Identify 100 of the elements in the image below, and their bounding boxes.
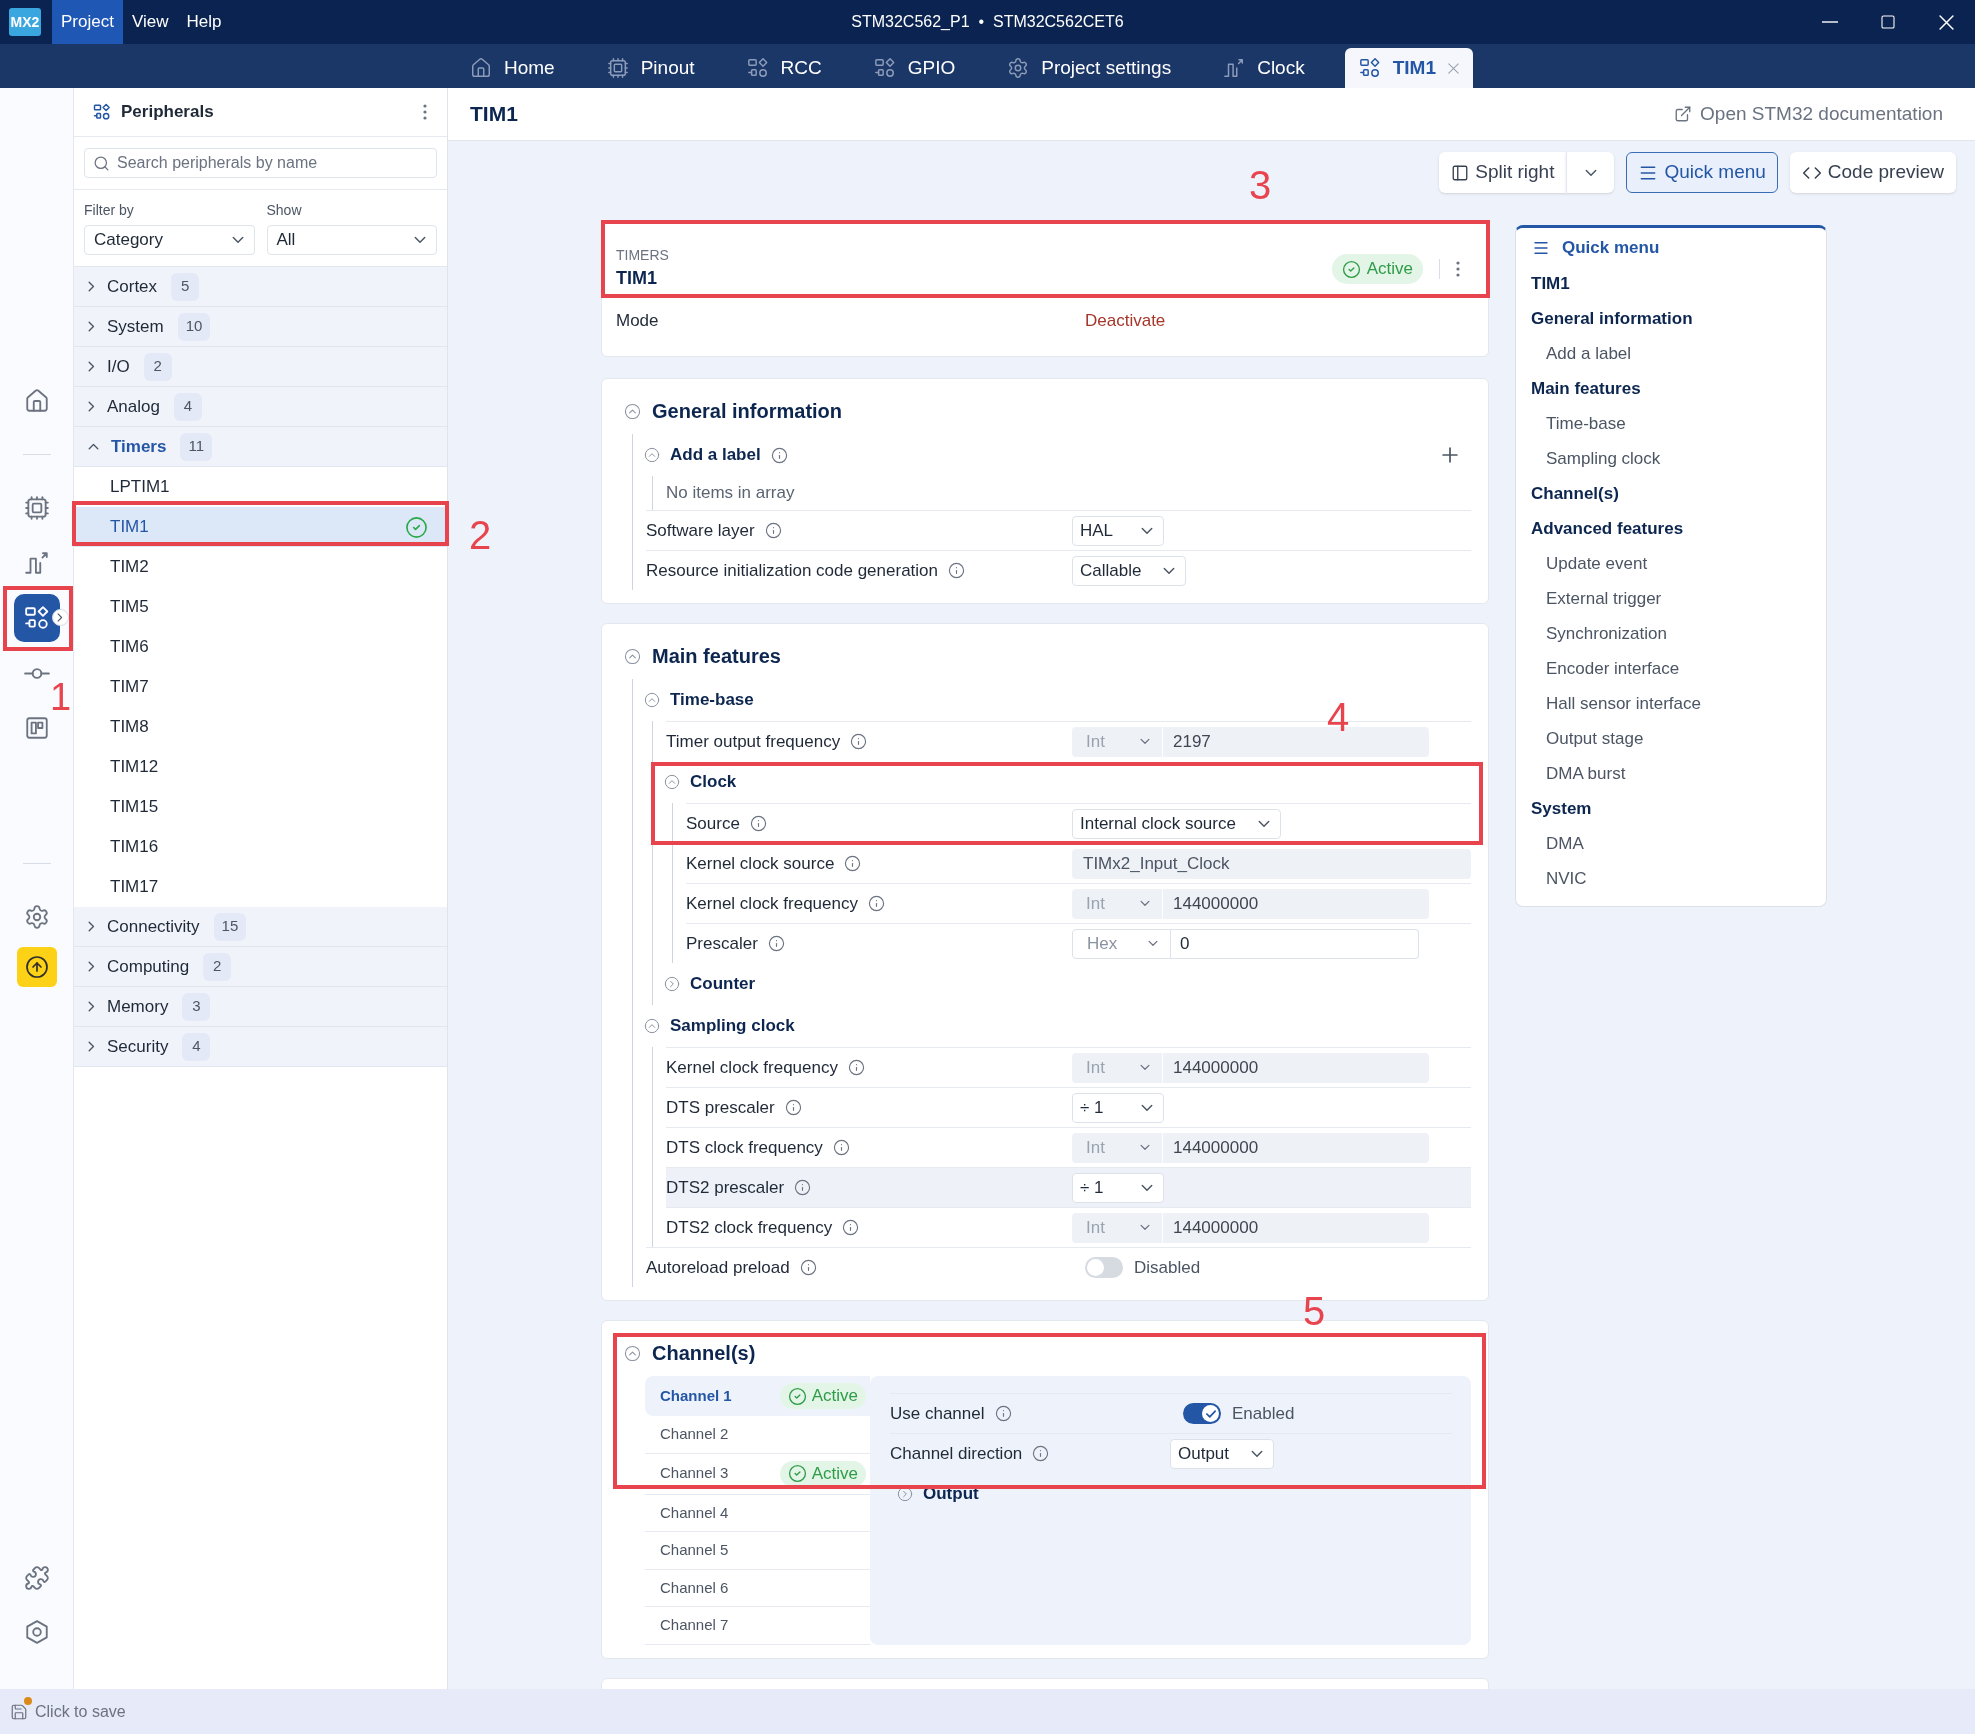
collapse-icon[interactable] [624, 402, 641, 420]
info-icon[interactable] [784, 1099, 802, 1116]
code-preview-button[interactable]: Code preview [1789, 152, 1956, 193]
collapse-icon[interactable] [664, 774, 680, 790]
category-row[interactable]: Cortex 5 [74, 267, 447, 307]
quick-menu-link[interactable]: Hall sensor interface [1546, 690, 1701, 717]
channel-item[interactable]: Channel 1 Active [645, 1376, 870, 1416]
quick-menu-link[interactable]: Update event [1546, 550, 1648, 577]
dropdown[interactable]: All [266, 225, 437, 255]
collapse-icon[interactable] [644, 692, 660, 708]
home-icon[interactable] [23, 388, 50, 414]
sidebar-button[interactable] [16, 947, 57, 987]
split-right-button[interactable]: Split right [1439, 152, 1567, 193]
info-icon[interactable] [770, 446, 788, 464]
menu-item[interactable]: Project [52, 0, 123, 44]
quick-menu-link[interactable]: TIM1 [1531, 270, 1570, 297]
square-wave-icon[interactable] [23, 550, 50, 576]
category-row[interactable]: System 10 [74, 307, 447, 347]
info-icon[interactable] [767, 935, 785, 952]
dropdown[interactable]: Callable [1072, 555, 1187, 586]
tab[interactable]: TIM1 [1344, 48, 1473, 88]
board-icon[interactable] [23, 715, 50, 741]
collapse-icon[interactable] [624, 1344, 641, 1362]
peripheral-item[interactable]: TIM15 [74, 787, 447, 827]
info-icon[interactable] [994, 1405, 1012, 1422]
peripheral-item[interactable]: TIM7 [74, 667, 447, 707]
quick-menu-link[interactable]: DMA burst [1546, 760, 1626, 787]
collapse-icon[interactable] [644, 447, 660, 463]
hexagon-icon[interactable] [23, 1619, 50, 1645]
quick-menu-link[interactable]: Output stage [1546, 725, 1644, 752]
sidebar-button[interactable] [13, 594, 60, 642]
quick-menu-link[interactable]: Main features [1531, 375, 1641, 402]
quick-menu-link[interactable]: Add a label [1546, 340, 1632, 367]
quick-menu-link[interactable]: DMA [1546, 830, 1584, 857]
dropdown[interactable]: Output [1170, 1438, 1275, 1469]
category-row[interactable]: Timers 11 [74, 427, 447, 467]
peripheral-item[interactable]: TIM16 [74, 827, 447, 867]
toggle-switch[interactable] [1085, 1257, 1123, 1278]
quick-menu-link[interactable]: Time-base [1546, 410, 1626, 437]
dropdown[interactable]: Category [84, 225, 255, 255]
peripheral-item[interactable]: TIM2 [74, 547, 447, 587]
dropdown[interactable]: ÷ 1 [1072, 1092, 1164, 1123]
chip-icon[interactable] [23, 495, 50, 521]
peripheral-item[interactable]: TIM5 [74, 587, 447, 627]
quick-menu-button[interactable]: Quick menu [1626, 152, 1778, 193]
peripheral-item[interactable]: TIM12 [74, 747, 447, 787]
tab[interactable]: Home [458, 48, 567, 88]
deactivate-link[interactable]: Deactivate [1085, 308, 1166, 334]
info-icon[interactable] [1032, 1445, 1050, 1462]
info-icon[interactable] [844, 855, 862, 872]
more-icon[interactable] [1456, 261, 1460, 277]
expand-icon[interactable] [897, 1486, 913, 1502]
info-icon[interactable] [794, 1179, 812, 1196]
quick-menu-link[interactable]: Encoder interface [1546, 655, 1680, 682]
expand-icon[interactable] [664, 976, 680, 992]
tab[interactable]: RCC [734, 48, 834, 88]
peripheral-item[interactable]: TIM6 [74, 627, 447, 667]
quick-menu-link[interactable]: Channel(s) [1531, 480, 1619, 507]
search-field[interactable]: Search peripherals by name [84, 148, 437, 178]
more-icon[interactable] [423, 104, 427, 120]
info-icon[interactable] [850, 733, 868, 750]
quick-menu-link[interactable]: General information [1531, 305, 1693, 332]
peripheral-item[interactable]: TIM8 [74, 707, 447, 747]
connector-icon[interactable] [23, 667, 50, 679]
maximize-icon[interactable] [1880, 14, 1896, 30]
category-row[interactable]: Analog 4 [74, 387, 447, 427]
info-icon[interactable] [948, 562, 965, 579]
save-button[interactable]: Click to save [10, 1699, 126, 1724]
category-row[interactable]: Connectivity 15 [74, 907, 447, 947]
category-row[interactable]: Memory 3 [74, 987, 447, 1027]
info-icon[interactable] [799, 1259, 817, 1276]
dropdown[interactable]: HAL [1072, 515, 1164, 546]
collapse-icon[interactable] [644, 1018, 660, 1034]
dropdown[interactable]: Internal clock source [1072, 808, 1281, 839]
menu-item[interactable]: View [122, 0, 178, 44]
tab[interactable]: GPIO [861, 48, 968, 88]
category-row[interactable]: Computing 2 [74, 947, 447, 987]
gear-icon[interactable] [23, 904, 50, 930]
plus-icon[interactable] [1442, 447, 1458, 463]
number-field[interactable]: 0 [1171, 928, 1419, 959]
info-icon[interactable] [764, 522, 782, 539]
quick-menu-link[interactable]: Synchronization [1546, 620, 1667, 647]
channel-item[interactable]: Channel 3 Active [645, 1453, 870, 1495]
quick-menu-link[interactable]: System [1531, 795, 1592, 822]
info-icon[interactable] [868, 895, 885, 912]
category-row[interactable]: I/O 2 [74, 347, 447, 387]
quick-menu-link[interactable]: External trigger [1546, 585, 1662, 612]
quick-menu-link[interactable]: Sampling clock [1546, 445, 1661, 472]
tab[interactable]: Clock [1211, 48, 1317, 88]
tab[interactable]: Pinout [594, 48, 707, 88]
collapse-icon[interactable] [624, 647, 641, 665]
peripheral-item[interactable]: LPTIM1 [74, 467, 447, 507]
quick-menu-link[interactable]: Advanced features [1531, 515, 1684, 542]
menu-item[interactable]: Help [177, 0, 231, 44]
dropdown[interactable]: ÷ 1 [1072, 1172, 1164, 1203]
info-icon[interactable] [749, 815, 767, 832]
category-row[interactable]: Security 4 [74, 1027, 447, 1067]
documentation-link[interactable]: Open STM32 documentation [1674, 99, 1943, 129]
puzzle-icon[interactable] [23, 1565, 50, 1591]
toggle-switch[interactable] [1183, 1403, 1221, 1424]
